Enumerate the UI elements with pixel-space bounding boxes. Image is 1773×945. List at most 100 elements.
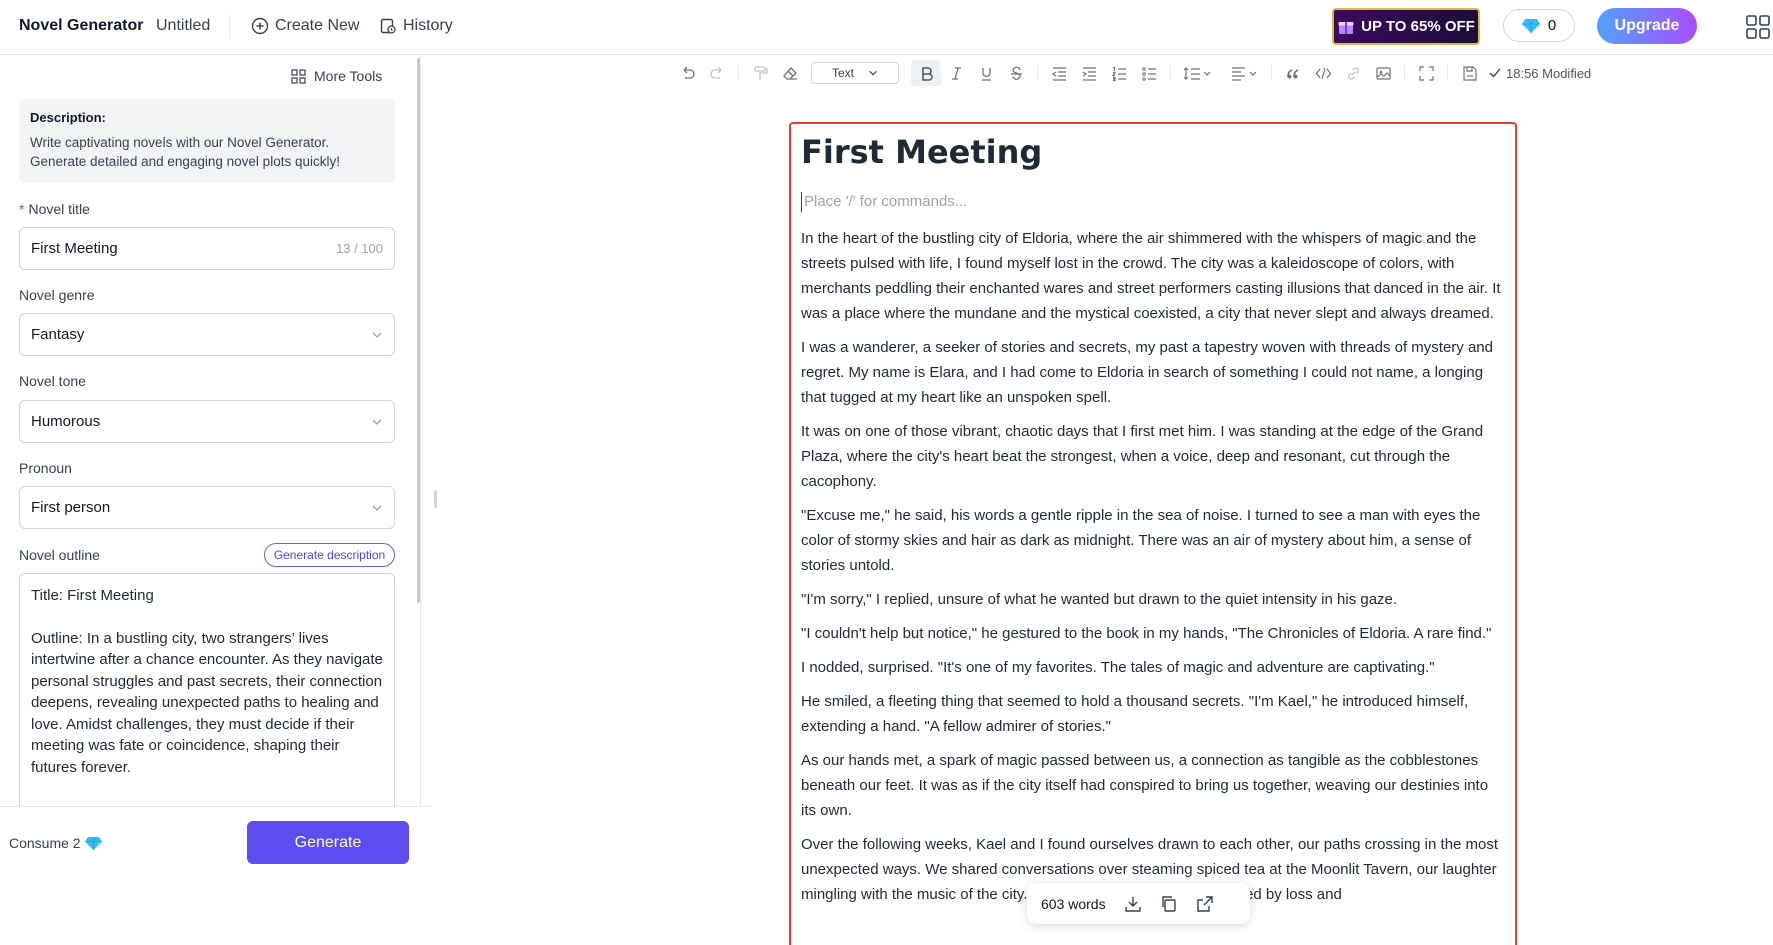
image-icon <box>1375 66 1391 80</box>
pronoun-select[interactable]: First person <box>19 486 395 529</box>
code-icon <box>1315 67 1331 79</box>
align-left-icon <box>1232 66 1257 81</box>
novel-genre-label: Novel genre <box>19 287 95 303</box>
modified-time: 18:56 Modified <box>1506 65 1592 81</box>
more-tools-label: More Tools <box>314 68 383 84</box>
undo-icon <box>683 66 695 79</box>
link-button[interactable] <box>1338 60 1368 86</box>
format-painter-button[interactable] <box>745 60 775 86</box>
gem-balance[interactable]: 0 <box>1503 9 1575 42</box>
bold-icon <box>921 66 933 81</box>
paragraph[interactable]: "I'm sorry," I replied, unsure of what h… <box>801 587 1505 612</box>
fullscreen-icon <box>1418 65 1434 81</box>
quote-icon <box>1286 68 1298 78</box>
promo-label: UP TO 65% OFF <box>1361 18 1475 35</box>
text-style-value: Text <box>831 66 854 80</box>
novel-title-input[interactable]: First Meeting 13 / 100 <box>19 227 395 270</box>
app-title: Novel Generator <box>19 17 144 34</box>
copy-icon[interactable] <box>1160 895 1178 913</box>
document-title[interactable]: First Meeting <box>801 132 1505 172</box>
consume-label: Consume 2 <box>9 835 81 851</box>
paragraph[interactable]: "Excuse me," he said, his words a gentle… <box>801 503 1505 578</box>
paragraph[interactable]: As our hands met, a spark of magic passe… <box>801 748 1505 823</box>
more-tools-button[interactable]: More Tools <box>291 68 382 84</box>
redo-button[interactable] <box>702 60 732 86</box>
external-link-icon[interactable] <box>1196 895 1214 913</box>
novel-outline-textarea[interactable]: Title: First Meeting Outline: In a bustl… <box>19 573 395 813</box>
ordered-list-button[interactable] <box>1104 60 1134 86</box>
outdent-button[interactable] <box>1044 60 1074 86</box>
divider <box>1447 65 1448 81</box>
novel-tone-select[interactable]: Humorous <box>19 400 395 443</box>
chevron-down-icon <box>372 419 382 425</box>
generate-description-button[interactable]: Generate description <box>264 543 395 567</box>
indent-button[interactable] <box>1074 60 1104 86</box>
history-label: History <box>403 17 453 34</box>
paragraph[interactable]: It was on one of those vibrant, chaotic … <box>801 419 1505 494</box>
save-button[interactable] <box>1454 60 1484 86</box>
image-button[interactable] <box>1368 60 1398 86</box>
novel-outline-label: Novel outline <box>19 547 100 563</box>
document-name[interactable]: Untitled <box>156 17 210 35</box>
chevron-down-icon <box>372 505 382 511</box>
save-icon <box>1462 65 1477 81</box>
underline-button[interactable] <box>971 60 1001 86</box>
history-button[interactable]: History <box>379 14 453 38</box>
word-count-bar: 603 words <box>1027 883 1250 924</box>
text-style-select[interactable]: Text <box>811 62 899 84</box>
create-new-button[interactable]: Create New <box>251 14 359 38</box>
code-button[interactable] <box>1308 60 1338 86</box>
divider <box>1037 65 1038 81</box>
chevron-down-icon <box>372 332 382 338</box>
consume-info: Consume 2 <box>9 835 102 851</box>
description-text: Write captivating novels with our Novel … <box>30 135 340 169</box>
novel-genre-select[interactable]: Fantasy <box>19 313 395 356</box>
generate-button[interactable]: Generate <box>247 821 409 864</box>
apps-grid-icon[interactable] <box>1745 14 1771 40</box>
divider <box>229 14 230 38</box>
resize-handle[interactable] <box>434 490 437 508</box>
gem-count: 0 <box>1547 17 1557 34</box>
indent-icon <box>1082 66 1096 81</box>
download-icon[interactable] <box>1124 895 1142 913</box>
quote-button[interactable] <box>1278 60 1308 86</box>
ordered-list-icon <box>1111 66 1126 81</box>
bold-button[interactable] <box>911 60 941 86</box>
novel-title-value: First Meeting <box>31 240 118 257</box>
bullet-list-icon <box>1141 66 1156 81</box>
undo-button[interactable] <box>672 60 702 86</box>
line-height-icon <box>1183 66 1211 80</box>
clear-format-button[interactable] <box>775 60 805 86</box>
top-bar: Novel Generator Untitled Create New Hist… <box>0 0 1773 55</box>
command-placeholder[interactable]: Place '/' for commands... <box>801 192 1505 212</box>
description-title: Description: <box>30 110 106 125</box>
document-editor[interactable]: First Meeting Place '/' for commands... … <box>789 122 1517 945</box>
paragraph[interactable]: He smiled, a fleeting thing that seemed … <box>801 689 1505 739</box>
paragraph[interactable]: I nodded, surprised. "It's one of my fav… <box>801 655 1505 680</box>
align-button[interactable] <box>1225 60 1265 86</box>
diamond-icon <box>84 836 102 850</box>
divider <box>1404 65 1405 81</box>
gift-box-icon <box>1338 21 1354 34</box>
paragraph[interactable]: "I couldn't help but notice," he gesture… <box>801 621 1505 646</box>
novel-genre-value: Fantasy <box>31 326 85 343</box>
character-count: 13 / 100 <box>336 241 383 256</box>
outline-text: Outline: In a bustling city, two strange… <box>31 629 383 776</box>
left-scrollbar[interactable] <box>417 58 420 603</box>
grid-icon <box>291 68 306 84</box>
bullet-list-button[interactable] <box>1134 60 1164 86</box>
check-icon <box>1489 68 1501 78</box>
divider <box>1271 65 1272 81</box>
paint-brush-icon <box>753 65 768 80</box>
redo-icon <box>709 66 721 79</box>
paragraph[interactable]: In the heart of the bustling city of Eld… <box>801 226 1505 326</box>
strikethrough-button[interactable] <box>1001 60 1031 86</box>
italic-button[interactable] <box>941 60 971 86</box>
line-height-button[interactable] <box>1177 60 1217 86</box>
paragraph[interactable]: I was a wanderer, a seeker of stories an… <box>801 335 1505 410</box>
pronoun-value: First person <box>31 499 111 516</box>
upgrade-button[interactable]: Upgrade <box>1597 8 1697 44</box>
fullscreen-button[interactable] <box>1411 60 1441 86</box>
diamond-icon <box>1521 18 1540 33</box>
promo-banner[interactable]: UP TO 65% OFF <box>1332 8 1480 45</box>
